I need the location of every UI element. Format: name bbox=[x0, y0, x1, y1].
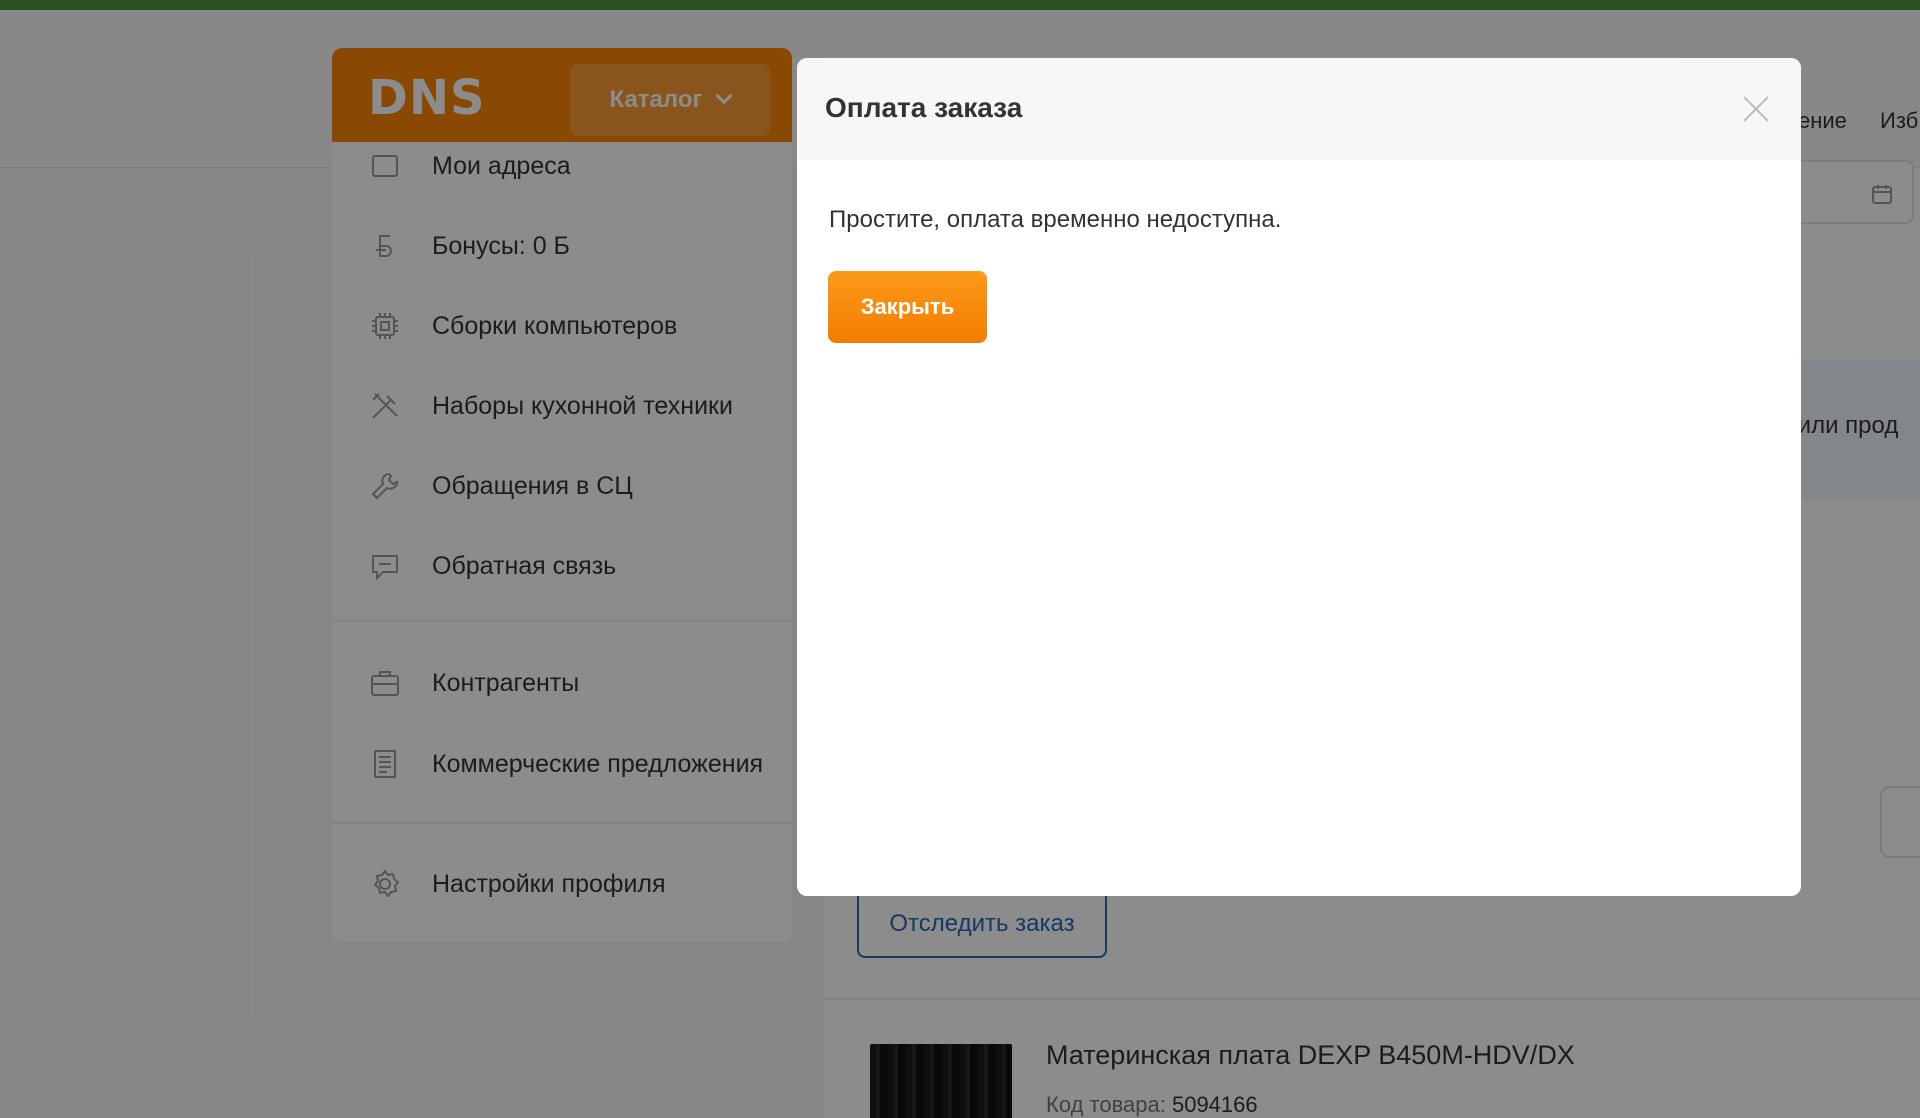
close-icon[interactable] bbox=[1741, 94, 1771, 124]
modal-header: Оплата заказа bbox=[797, 58, 1801, 160]
payment-modal: Оплата заказа Простите, оплата временно … bbox=[797, 58, 1801, 896]
modal-message: Простите, оплата временно недоступна. bbox=[829, 206, 1282, 233]
page: DNS Каталог ение Изб Мои адреса Бонусы: … bbox=[0, 0, 1920, 1118]
modal-title: Оплата заказа bbox=[825, 92, 1023, 123]
close-button[interactable]: Закрыть bbox=[828, 271, 987, 343]
